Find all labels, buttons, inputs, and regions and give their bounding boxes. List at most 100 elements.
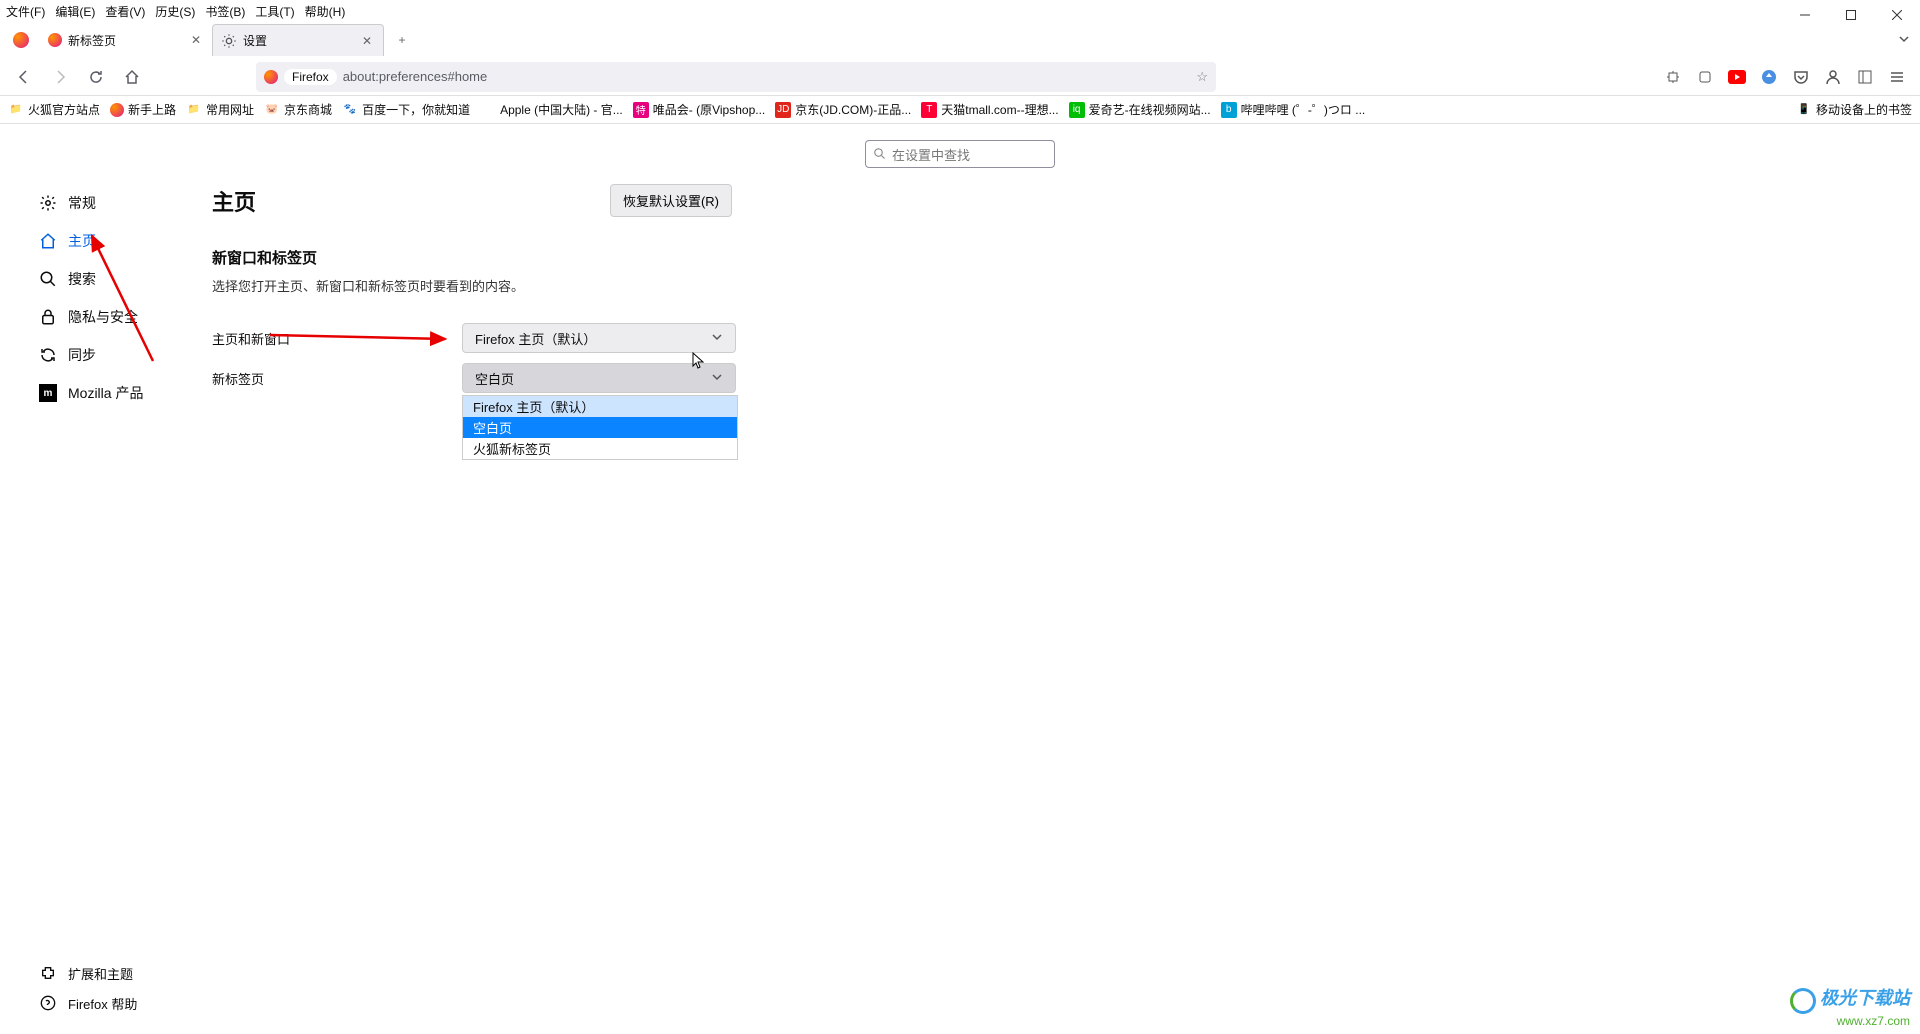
firefox-app-icon: [6, 25, 36, 55]
mozilla-icon: m: [38, 383, 58, 403]
bookmark-item[interactable]: 🐾百度一下，你就知道: [342, 101, 470, 118]
minimize-button[interactable]: [1782, 0, 1828, 30]
sidebar-item-sync[interactable]: 同步: [34, 336, 200, 374]
sidebar-toggle-icon[interactable]: [1850, 61, 1880, 93]
menu-file[interactable]: 文件(F): [6, 3, 45, 20]
home-button[interactable]: [116, 61, 148, 93]
tab-bar: 新标签页 ✕ 设置 ✕ +: [0, 22, 1920, 58]
bookmark-item[interactable]: 📁火狐官方站点: [8, 101, 100, 118]
bookmark-item[interactable]: 📁常用网址: [186, 101, 254, 118]
ext-icon-1[interactable]: [1658, 61, 1688, 93]
tab-overflow-button[interactable]: [1898, 33, 1910, 48]
save-to-pocket-icon[interactable]: [1786, 61, 1816, 93]
tab-newtab[interactable]: 新标签页 ✕: [40, 24, 212, 56]
bookmark-item[interactable]: JD京东(JD.COM)-正品...: [775, 101, 911, 118]
watermark-logo-icon: [1790, 988, 1816, 1014]
vip-icon: 特: [633, 102, 649, 118]
menu-help[interactable]: 帮助(H): [305, 3, 346, 20]
dropdown-option-blank[interactable]: 空白页: [463, 417, 737, 438]
bookmark-item[interactable]: T天猫tmall.com--理想...: [921, 101, 1058, 118]
puzzle-icon: [38, 963, 58, 983]
close-icon[interactable]: ✕: [188, 32, 204, 48]
bookmark-item[interactable]: Apple (中国大陆) - 官...: [480, 101, 623, 118]
menu-view[interactable]: 查看(V): [105, 3, 145, 20]
tab-label: 新标签页: [68, 32, 116, 49]
jd-icon: 🐷: [264, 102, 280, 118]
search-icon: [38, 269, 58, 289]
sidebar-item-help[interactable]: Firefox 帮助: [34, 988, 137, 1018]
dropdown-option-firefox-newtab[interactable]: 火狐新标签页: [463, 438, 737, 459]
chevron-down-icon: [711, 331, 723, 346]
firefox-icon: [48, 33, 62, 47]
section-description: 选择您打开主页、新窗口和新标签页时要看到的内容。: [212, 276, 1920, 295]
tab-settings[interactable]: 设置 ✕: [212, 24, 384, 56]
restore-defaults-button[interactable]: 恢复默认设置(R): [610, 184, 732, 217]
homepage-label: 主页和新窗口: [212, 329, 462, 348]
iqiyi-icon: iq: [1069, 102, 1085, 118]
tmall-icon: T: [921, 102, 937, 118]
sidebar-item-search[interactable]: 搜索: [34, 260, 200, 298]
select-value: 空白页: [475, 369, 514, 388]
ext-icon-blue[interactable]: [1754, 61, 1784, 93]
apple-icon: [480, 102, 496, 118]
url-bar[interactable]: Firefox about:preferences#home ☆: [256, 62, 1216, 92]
settings-content: 在设置中查找 常规 主页 搜索 隐私与安全 同步 m Mozilla 产品: [0, 124, 1920, 1034]
mouse-cursor: [692, 352, 706, 370]
url-path: about:preferences#home: [343, 69, 488, 84]
folder-icon: 📁: [8, 102, 24, 118]
new-tab-button[interactable]: +: [388, 26, 416, 54]
settings-sidebar: 常规 主页 搜索 隐私与安全 同步 m Mozilla 产品 扩展和主题: [0, 124, 200, 1034]
url-identity-label: Firefox: [284, 69, 337, 85]
settings-main-panel: 主页 恢复默认设置(R) 新窗口和标签页 选择您打开主页、新窗口和新标签页时要看…: [200, 124, 1920, 1034]
bookmark-star-icon[interactable]: ☆: [1196, 69, 1208, 85]
menu-bar: 文件(F) 编辑(E) 查看(V) 历史(S) 书签(B) 工具(T) 帮助(H…: [0, 0, 1920, 22]
firefox-icon: [110, 103, 124, 117]
close-button[interactable]: [1874, 0, 1920, 30]
mobile-bookmarks[interactable]: 📱移动设备上的书签: [1796, 101, 1912, 118]
app-menu-button[interactable]: [1882, 61, 1912, 93]
ext-icon-2[interactable]: [1690, 61, 1720, 93]
sidebar-item-addons[interactable]: 扩展和主题: [34, 958, 137, 988]
sidebar-item-privacy[interactable]: 隐私与安全: [34, 298, 200, 336]
account-icon[interactable]: [1818, 61, 1848, 93]
nav-toolbar: Firefox about:preferences#home ☆: [0, 58, 1920, 96]
menu-edit[interactable]: 编辑(E): [55, 3, 95, 20]
menu-bookmarks[interactable]: 书签(B): [205, 3, 245, 20]
bookmark-item[interactable]: iq爱奇艺-在线视频网站...: [1069, 101, 1211, 118]
sidebar-item-general[interactable]: 常规: [34, 184, 200, 222]
page-title: 主页: [212, 185, 256, 217]
close-icon[interactable]: ✕: [359, 33, 375, 49]
bookmark-item[interactable]: 🐷京东商城: [264, 101, 332, 118]
folder-icon: 📁: [186, 102, 202, 118]
back-button[interactable]: [8, 61, 40, 93]
lock-icon: [38, 307, 58, 327]
gear-icon: [38, 193, 58, 213]
sidebar-item-home[interactable]: 主页: [34, 222, 200, 260]
bookmark-item[interactable]: 特唯品会- (原Vipshop...: [633, 101, 765, 118]
mobile-icon: 📱: [1796, 102, 1812, 118]
bilibili-icon: b: [1221, 102, 1237, 118]
menu-tools[interactable]: 工具(T): [255, 3, 294, 20]
sidebar-item-mozilla[interactable]: m Mozilla 产品: [34, 374, 200, 412]
dropdown-option-firefox-home[interactable]: Firefox 主页（默认）: [463, 396, 737, 417]
homepage-select[interactable]: Firefox 主页（默认）: [462, 323, 736, 353]
newtab-label: 新标签页: [212, 369, 462, 388]
bookmark-item[interactable]: 新手上路: [110, 101, 176, 118]
sync-icon: [38, 345, 58, 365]
chevron-down-icon: [711, 371, 723, 386]
window-controls: [1782, 0, 1920, 30]
menu-history[interactable]: 历史(S): [155, 3, 195, 20]
reload-button[interactable]: [80, 61, 112, 93]
gear-icon: [221, 33, 237, 49]
youtube-icon[interactable]: [1722, 61, 1752, 93]
bookmark-item[interactable]: b哔哩哔哩 (゜-゜)つロ ...: [1221, 101, 1366, 118]
firefox-icon: [264, 70, 278, 84]
newtab-dropdown: Firefox 主页（默认） 空白页 火狐新标签页: [462, 395, 738, 460]
forward-button[interactable]: [44, 61, 76, 93]
baidu-icon: 🐾: [342, 102, 358, 118]
bookmarks-toolbar: 📁火狐官方站点 新手上路 📁常用网址 🐷京东商城 🐾百度一下，你就知道 Appl…: [0, 96, 1920, 124]
maximize-button[interactable]: [1828, 0, 1874, 30]
select-value: Firefox 主页（默认）: [475, 329, 596, 348]
home-icon: [38, 231, 58, 251]
tab-label: 设置: [243, 32, 267, 49]
